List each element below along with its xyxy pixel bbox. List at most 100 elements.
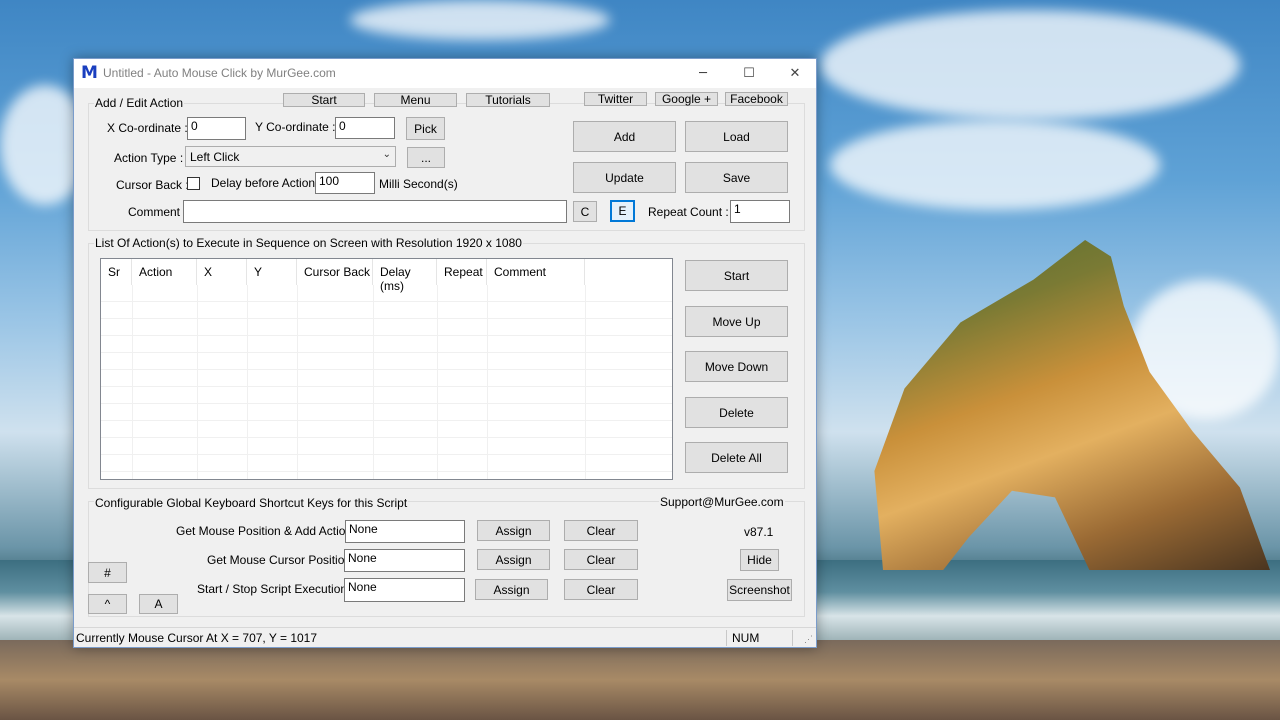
- action-type-select[interactable]: Left Click ⌄: [185, 146, 396, 167]
- assign-button[interactable]: Assign: [475, 579, 548, 600]
- table-row: [101, 285, 672, 302]
- save-button[interactable]: Save: [685, 162, 788, 193]
- column-header-x[interactable]: X: [197, 259, 247, 285]
- delay-input[interactable]: 100: [315, 172, 375, 194]
- column-header-delay[interactable]: Delay (ms): [373, 259, 437, 293]
- y-coordinate-input[interactable]: 0: [335, 117, 395, 139]
- column-divider: [487, 285, 488, 479]
- repeat-count-label: Repeat Count :: [648, 205, 729, 219]
- cloud: [830, 120, 1160, 210]
- window-title: Untitled - Auto Mouse Click by MurGee.co…: [103, 66, 336, 80]
- title-bar[interactable]: M Untitled - Auto Mouse Click by MurGee.…: [74, 59, 816, 88]
- delay-label: Delay before Action :: [211, 176, 322, 190]
- shortcut-input-add-action[interactable]: None: [345, 520, 465, 543]
- cursor-position-status: Currently Mouse Cursor At X = 707, Y = 1…: [76, 631, 318, 645]
- shortcut-group-title: Configurable Global Keyboard Shortcut Ke…: [94, 496, 409, 510]
- add-button[interactable]: Add: [573, 121, 676, 152]
- google-plus-button[interactable]: Google +: [655, 92, 718, 106]
- repeat-count-input[interactable]: 1: [730, 200, 790, 223]
- cloud: [820, 10, 1240, 120]
- assign-button[interactable]: Assign: [477, 520, 550, 541]
- shortcut-label-add-action: Get Mouse Position & Add Action :: [176, 524, 359, 538]
- table-row: [101, 336, 672, 353]
- column-divider: [437, 285, 438, 479]
- hide-button[interactable]: Hide: [740, 549, 779, 571]
- cursor-back-checkbox[interactable]: [187, 177, 200, 190]
- screenshot-button[interactable]: Screenshot: [727, 579, 792, 601]
- clear-button[interactable]: Clear: [564, 579, 638, 600]
- minimize-button[interactable]: ─: [680, 59, 726, 88]
- column-divider: [132, 285, 133, 479]
- assign-button[interactable]: Assign: [477, 549, 550, 570]
- pick-button[interactable]: Pick: [406, 117, 445, 140]
- top-start-button[interactable]: Start: [283, 93, 365, 107]
- start-button[interactable]: Start: [685, 260, 788, 291]
- close-button[interactable]: ✕: [772, 59, 818, 88]
- table-row: [101, 353, 672, 370]
- comment-input[interactable]: [183, 200, 567, 223]
- clear-button[interactable]: Clear: [564, 520, 638, 541]
- cloud: [350, 0, 610, 40]
- cursor-back-label: Cursor Back :: [116, 178, 189, 192]
- column-header-cursor-back[interactable]: Cursor Back: [297, 259, 373, 285]
- action-type-value: Left Click: [190, 150, 240, 164]
- resize-grip-icon[interactable]: ⋰: [804, 634, 813, 645]
- action-type-label: Action Type :: [114, 151, 184, 165]
- action-list-title: List Of Action(s) to Execute in Sequence…: [94, 236, 523, 250]
- maximize-button[interactable]: ☐: [726, 59, 772, 88]
- table-row: [101, 404, 672, 421]
- more-options-button[interactable]: ...: [407, 147, 445, 168]
- app-window: M Untitled - Auto Mouse Click by MurGee.…: [73, 58, 817, 648]
- status-divider: [726, 630, 727, 646]
- top-menu-button[interactable]: Menu: [374, 93, 457, 107]
- column-divider: [297, 285, 298, 479]
- beach: [0, 640, 1280, 720]
- hash-button[interactable]: #: [88, 562, 127, 583]
- column-header-comment[interactable]: Comment: [487, 259, 585, 285]
- comment-label: Comment :: [128, 205, 187, 219]
- num-lock-indicator: NUM: [732, 631, 760, 645]
- column-header-action[interactable]: Action: [132, 259, 197, 285]
- top-tutorials-button[interactable]: Tutorials: [466, 93, 550, 107]
- a-button[interactable]: A: [139, 594, 178, 614]
- c-button[interactable]: C: [573, 201, 597, 222]
- version-label: v87.1: [744, 525, 774, 539]
- action-list-table[interactable]: Sr Action X Y Cursor Back Delay (ms) Rep…: [100, 258, 673, 480]
- move-down-button[interactable]: Move Down: [685, 351, 788, 382]
- status-divider: [792, 630, 793, 646]
- move-up-button[interactable]: Move Up: [685, 306, 788, 337]
- column-divider: [197, 285, 198, 479]
- shortcut-input-cursor-position[interactable]: None: [344, 549, 465, 572]
- delete-button[interactable]: Delete: [685, 397, 788, 428]
- table-row: [101, 455, 672, 472]
- column-divider: [373, 285, 374, 479]
- support-email[interactable]: Support@MurGee.com: [659, 495, 785, 509]
- delete-all-button[interactable]: Delete All: [685, 442, 788, 473]
- table-row: [101, 438, 672, 455]
- table-row: [101, 319, 672, 336]
- x-coordinate-label: X Co-ordinate :: [107, 121, 188, 135]
- column-header-sr[interactable]: Sr: [101, 259, 132, 285]
- column-header-y[interactable]: Y: [247, 259, 297, 285]
- table-row: [101, 387, 672, 404]
- y-coordinate-label: Y Co-ordinate :: [255, 120, 336, 134]
- e-button[interactable]: E: [610, 200, 635, 222]
- column-divider: [585, 285, 586, 479]
- facebook-button[interactable]: Facebook: [725, 92, 788, 106]
- column-header-repeat[interactable]: Repeat: [437, 259, 487, 285]
- load-button[interactable]: Load: [685, 121, 788, 152]
- app-icon: M: [81, 63, 98, 83]
- shortcut-label-cursor-position: Get Mouse Cursor Position :: [207, 553, 358, 567]
- column-divider: [247, 285, 248, 479]
- clear-button[interactable]: Clear: [564, 549, 638, 570]
- status-bar: Currently Mouse Cursor At X = 707, Y = 1…: [74, 627, 816, 647]
- edit-group-title: Add / Edit Action: [94, 96, 185, 110]
- x-coordinate-input[interactable]: 0: [187, 117, 246, 140]
- table-row: [101, 302, 672, 319]
- caret-button[interactable]: ^: [88, 594, 127, 614]
- twitter-button[interactable]: Twitter: [584, 92, 647, 106]
- shortcut-label-start-stop: Start / Stop Script Execution :: [197, 582, 354, 596]
- delay-unit-label: Milli Second(s): [379, 177, 458, 191]
- shortcut-input-start-stop[interactable]: None: [344, 578, 465, 602]
- update-button[interactable]: Update: [573, 162, 676, 193]
